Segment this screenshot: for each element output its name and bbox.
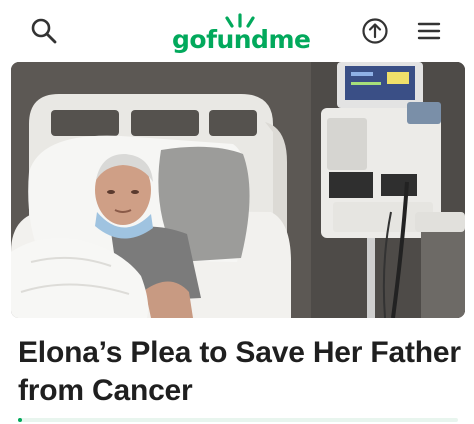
search-icon [31,18,57,44]
donation-progress-fill [18,418,23,422]
campaign-title[interactable]: Elona’s Plea to Save Her Father from Can… [18,334,464,410]
top-nav-bar: gofundme [0,0,474,62]
campaign-hero-image[interactable] [11,62,465,318]
search-button[interactable] [27,14,61,48]
share-button[interactable] [358,14,392,48]
menu-icon [417,22,441,40]
gofundme-logo[interactable]: gofundme [172,12,311,56]
hospital-bed-photo [11,62,465,318]
share-icon [362,18,388,44]
menu-button[interactable] [412,14,446,48]
brand-name: gofundme [172,25,311,54]
donation-progress-bar [18,418,458,422]
